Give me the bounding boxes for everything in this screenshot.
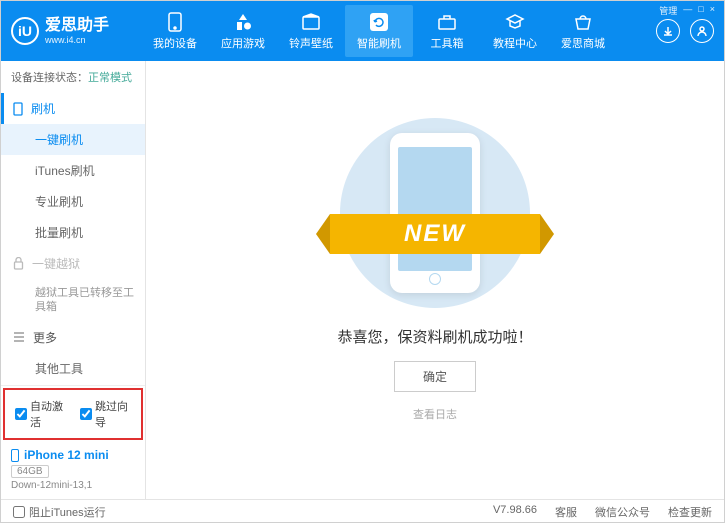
- chk-skip-guide[interactable]: 跳过向导: [80, 398, 131, 430]
- ctrl-max[interactable]: □: [698, 4, 703, 17]
- logo[interactable]: iU 爱思助手 www.i4.cn: [11, 17, 141, 45]
- nav-flash[interactable]: 智能刷机: [345, 5, 413, 57]
- chk-auto-activate[interactable]: 自动激活: [15, 398, 66, 430]
- app-name: 爱思助手: [45, 17, 109, 35]
- main-nav: 我的设备 应用游戏 铃声壁纸 智能刷机 工具箱 教程中心 爱思商城: [141, 5, 656, 57]
- ok-button[interactable]: 确定: [394, 361, 476, 392]
- phone-icon: [11, 449, 19, 462]
- nav-apps[interactable]: 应用游戏: [209, 5, 277, 57]
- nav-store[interactable]: 爱思商城: [549, 5, 617, 57]
- connection-status: 设备连接状态：正常模式: [1, 61, 145, 93]
- illus-phone-icon: [390, 133, 480, 293]
- service-link[interactable]: 客服: [555, 504, 577, 520]
- nav-toolbox[interactable]: 工具箱: [413, 5, 481, 57]
- success-message: 恭喜您，保资料刷机成功啦！: [337, 326, 532, 347]
- sidebar: 设备连接状态：正常模式 刷机 一键刷机 iTunes刷机 专业刷机 批量刷机 一…: [1, 61, 146, 499]
- illus-banner: NEW: [330, 214, 540, 254]
- ctrl-close[interactable]: ×: [710, 4, 715, 17]
- ctrl-min[interactable]: —: [683, 4, 692, 17]
- nav-ringtones[interactable]: 铃声壁纸: [277, 5, 345, 57]
- header-right: [656, 19, 714, 43]
- view-log-link[interactable]: 查看日志: [413, 406, 457, 422]
- device-model: Down-12mini-13,1: [11, 480, 135, 491]
- section-more[interactable]: 更多: [1, 322, 145, 353]
- window-controls: 管理 — □ ×: [659, 4, 715, 17]
- app-header: 管理 — □ × iU 爱思助手 www.i4.cn 我的设备 应用游戏 铃声壁…: [1, 1, 724, 61]
- section-flash[interactable]: 刷机: [1, 93, 145, 124]
- update-link[interactable]: 检查更新: [668, 504, 712, 520]
- block-itunes[interactable]: 阻止iTunes运行: [13, 504, 106, 520]
- options-row: 自动激活 跳过向导: [3, 388, 143, 440]
- wechat-link[interactable]: 微信公众号: [595, 504, 650, 520]
- flash-batch[interactable]: 批量刷机: [1, 217, 145, 248]
- nav-device[interactable]: 我的设备: [141, 5, 209, 57]
- nav-tutorials[interactable]: 教程中心: [481, 5, 549, 57]
- device-capacity: 64GB: [11, 465, 49, 478]
- section-jailbreak[interactable]: 一键越狱: [1, 248, 145, 279]
- version-label: V7.98.66: [493, 504, 537, 520]
- flash-itunes[interactable]: iTunes刷机: [1, 155, 145, 186]
- more-other[interactable]: 其他工具: [1, 353, 145, 384]
- illustration: NEW: [340, 118, 530, 308]
- ctrl-manage[interactable]: 管理: [659, 4, 677, 17]
- device-block[interactable]: iPhone 12 mini 64GB Down-12mini-13,1: [1, 442, 145, 499]
- download-icon[interactable]: [656, 19, 680, 43]
- chk-skip-input[interactable]: [80, 408, 92, 420]
- user-icon[interactable]: [690, 19, 714, 43]
- flash-pro[interactable]: 专业刷机: [1, 186, 145, 217]
- block-itunes-chk[interactable]: [13, 506, 25, 518]
- jailbreak-info: 越狱工具已转移至工具箱: [1, 279, 145, 322]
- main-panel: NEW 恭喜您，保资料刷机成功啦！ 确定 查看日志: [146, 61, 724, 499]
- device-name: iPhone 12 mini: [11, 448, 135, 462]
- chk-auto-input[interactable]: [15, 408, 27, 420]
- app-url: www.i4.cn: [45, 35, 109, 45]
- logo-icon: iU: [11, 17, 39, 45]
- flash-oneclick[interactable]: 一键刷机: [1, 124, 145, 155]
- footer: 阻止iTunes运行 V7.98.66 客服 微信公众号 检查更新: [1, 499, 724, 523]
